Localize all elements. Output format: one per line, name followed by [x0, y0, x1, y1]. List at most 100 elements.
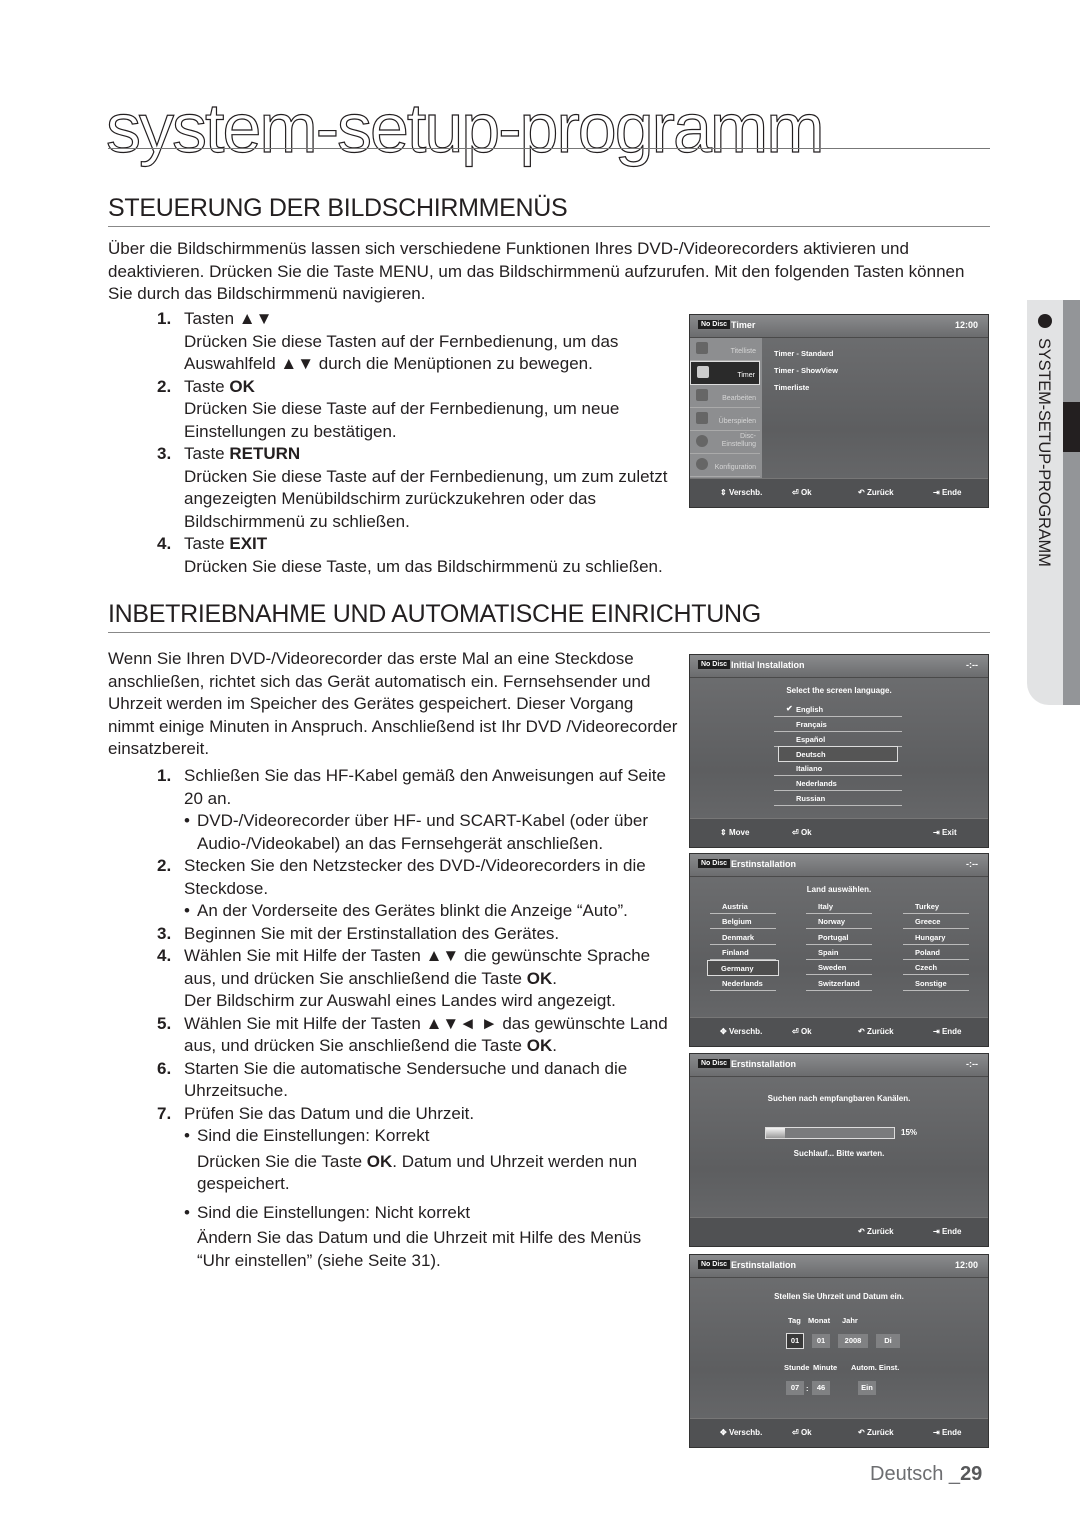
osd-clock: -:--: [966, 859, 978, 869]
field-month[interactable]: 01: [812, 1334, 830, 1348]
page-number: 29: [960, 1463, 983, 1485]
option-timerliste[interactable]: Timerliste: [774, 383, 809, 392]
osd-footer: ✥ Verschb. ⏎ Ok ↶ Zurück ⇥ Ende: [690, 1418, 988, 1447]
country-option-poland[interactable]: Poland: [903, 945, 969, 960]
country-option-sweden[interactable]: Sweden: [806, 960, 872, 976]
setup-bullet: • An der Vorderseite des Gerätes blinkt d…: [184, 901, 628, 920]
country-option-turkey[interactable]: Turkey: [903, 899, 969, 914]
country-option-nederlands[interactable]: Nederlands: [710, 976, 776, 991]
language-option-english[interactable]: ✔ English: [774, 702, 902, 717]
language-option-deutsch[interactable]: Deutsch: [778, 746, 898, 762]
setup-step: 4. Wählen Sie mit Hilfe der Tasten ▲▼ di…: [157, 946, 651, 1010]
label-tag: Tag: [788, 1316, 801, 1325]
osd-title: Erstinstallation: [731, 1260, 797, 1270]
field-year[interactable]: 2008: [838, 1334, 868, 1348]
osd-header: No Disc Erstinstallation 12:00: [690, 1255, 988, 1278]
option-timer-showview[interactable]: Timer - ShowView: [774, 366, 838, 375]
language-option-francais[interactable]: Français: [774, 717, 902, 732]
hint-return: ↶ Zurück: [858, 1428, 894, 1437]
hint-ok: ⏎ Ok: [792, 1428, 812, 1437]
country-option-switzerland[interactable]: Switzerland: [806, 976, 872, 991]
osd-clock: -:--: [966, 1059, 978, 1069]
menu-item-ueberspielen[interactable]: Überspielen: [690, 408, 760, 431]
country-option-austria[interactable]: Austria: [710, 899, 776, 914]
osd-title: Erstinstallation: [731, 1059, 797, 1069]
country-option-germany[interactable]: Germany: [707, 960, 779, 977]
language-option-italiano[interactable]: Italiano: [774, 761, 902, 776]
check-correct-bullet: • Sind die Einstellungen: Korrekt: [184, 1126, 430, 1145]
option-timer-standard[interactable]: Timer - Standard: [774, 349, 833, 358]
copy-icon: [696, 412, 708, 424]
country-option-hungary[interactable]: Hungary: [903, 930, 969, 945]
country-option-norway[interactable]: Norway: [806, 914, 872, 930]
country-option-greece[interactable]: Greece: [903, 914, 969, 930]
section-rule: [108, 632, 990, 633]
country-option-spain[interactable]: Spain: [806, 945, 872, 960]
osd-footer: ⇕ Verschb. ⏎ Ok ↶ Zurück ⇥ Ende: [690, 478, 988, 507]
hint-ok: ⏎ Ok: [792, 828, 812, 837]
label-monat: Monat: [808, 1316, 831, 1325]
label-autom-einst: Autom. Einst.: [851, 1363, 900, 1372]
country-option-portugal[interactable]: Portugal: [806, 930, 872, 945]
country-option-sonstige[interactable]: Sonstige: [903, 976, 969, 991]
osd-clock: 12:00: [954, 320, 978, 330]
menu-item-timer[interactable]: Timer: [690, 361, 760, 385]
hint-return: ↶ Zurück: [858, 488, 894, 497]
section-rule: [108, 226, 990, 227]
osd-footer: ✥ Verschb. ⏎ Ok ↶ Zurück ⇥ Ende: [690, 1017, 988, 1046]
language-option-russian[interactable]: Russian: [774, 791, 902, 806]
field-day[interactable]: 01: [786, 1333, 804, 1349]
country-option-denmark[interactable]: Denmark: [710, 930, 776, 945]
menu-item-konfiguration[interactable]: Konfiguration: [690, 454, 760, 477]
country-option-finland[interactable]: Finland: [710, 945, 776, 960]
hint-exit: ⇥ Ende: [933, 488, 962, 497]
key-item: 4. Taste EXIT Drücken Sie diese Taste, u…: [157, 534, 663, 576]
side-tab-label: SYSTEM-SETUP-PROGRAMM: [1035, 338, 1053, 567]
time-separator: :: [806, 1384, 809, 1393]
menu-item-titelliste[interactable]: Titelliste: [690, 338, 760, 361]
setup-steps: 1. Schließen Sie das HF-Kabel gemäß den …: [108, 765, 674, 1272]
menu-item-disc-einstellung[interactable]: Disc-Einstellung: [690, 431, 760, 454]
setup-step: 7. Prüfen Sie das Datum und die Uhrzeit.: [157, 1103, 475, 1123]
search-prompt: Suchen nach empfangbaren Kanälen.: [767, 1094, 911, 1103]
setup-step: 3. Beginnen Sie mit der Erstinstallation…: [157, 923, 560, 943]
hint-move: ⇕ Verschb.: [720, 488, 763, 497]
country-option-italy[interactable]: Italy: [806, 899, 872, 914]
section-heading-steuerung: STEUERUNG DER BILDSCHIRMMENÜS: [108, 194, 568, 222]
hint-exit: ⇥ Ende: [933, 1027, 962, 1036]
setup-step: 5. Wählen Sie mit Hilfe der Tasten ▲▼◄ ►…: [157, 1013, 668, 1056]
key-item: 1. Tasten ▲▼ Drücken Sie diese Tasten au…: [157, 309, 619, 373]
country-prompt: Land auswählen.: [806, 885, 872, 894]
language-prompt: Select the screen language.: [786, 686, 892, 695]
osd-footer: ⇕ Move ⏎ Ok ⇥ Exit: [690, 818, 988, 847]
hint-ok: ⏎ Ok: [792, 488, 812, 497]
hint-return: ↶ Zurück: [858, 1027, 894, 1036]
side-tab-bar: [1063, 300, 1080, 705]
check-correct-text: Drücken Sie die Taste OK. Datum und Uhrz…: [197, 1151, 638, 1194]
screen-timer-menu: No Disc Timer 12:00 Titelliste Timer Bea…: [689, 314, 989, 508]
field-auto-set[interactable]: Ein: [858, 1381, 876, 1395]
check-incorrect-bullet: • Sind die Einstellungen: Nicht korrekt: [184, 1202, 471, 1222]
check-incorrect-text: Ändern Sie das Datum und die Uhrzeit mit…: [197, 1228, 642, 1270]
no-disc-badge: No Disc: [698, 660, 731, 669]
no-disc-badge: No Disc: [698, 1260, 731, 1269]
osd-header: No Disc Initial Installation -:--: [690, 655, 988, 678]
menu-item-bearbeiten[interactable]: Bearbeiten: [690, 385, 760, 408]
hint-return: ↶ Zurück: [858, 1227, 894, 1236]
hint-exit: ⇥ Exit: [933, 828, 957, 837]
country-option-czech[interactable]: Czech: [903, 960, 969, 976]
screen-clock-setup: No Disc Erstinstallation 12:00 Stellen S…: [689, 1254, 989, 1448]
setup-bullet: • DVD-/Videorecorder über HF- und SCART-K…: [184, 811, 649, 853]
search-status: Suchlauf... Bitte warten.: [793, 1149, 885, 1158]
language-option-espanol[interactable]: Español: [774, 732, 902, 747]
field-hour[interactable]: 07: [786, 1381, 804, 1395]
clock-prompt: Stellen Sie Uhrzeit und Datum ein.: [774, 1292, 904, 1301]
field-minute[interactable]: 46: [812, 1381, 830, 1395]
clock-icon: [697, 366, 709, 378]
country-option-belgium[interactable]: Belgium: [710, 914, 776, 930]
hint-exit: ⇥ Ende: [933, 1227, 962, 1236]
language-option-nederlands[interactable]: Nederlands: [774, 776, 902, 791]
disc-icon: [696, 435, 708, 447]
search-progress-bar: [765, 1127, 895, 1139]
screen-language-select: No Disc Initial Installation -:-- Select…: [689, 654, 989, 848]
